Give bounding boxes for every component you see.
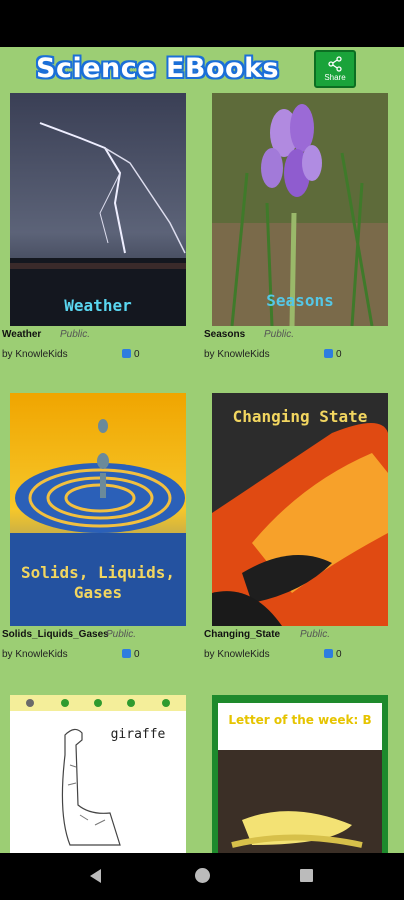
thumbs-up-icon: [122, 349, 131, 358]
book-cover[interactable]: giraffe: [10, 695, 186, 853]
author-label: by KnowleKids: [204, 349, 270, 360]
book-card-giraffe[interactable]: giraffe: [10, 695, 186, 853]
book-card-solids-liquids-gases[interactable]: Solids, Liquids, Gases Solids_Liquids_Ga…: [2, 393, 186, 668]
recents-icon[interactable]: [300, 869, 313, 882]
book-cover[interactable]: Solids, Liquids, Gases: [10, 393, 186, 626]
cover-caption: Weather: [64, 296, 132, 315]
book-title: Changing_State: [204, 629, 281, 640]
app-title: Science EBooks: [36, 53, 280, 84]
system-nav-bar: [0, 853, 404, 900]
author-label: by KnowleKids: [2, 649, 68, 660]
thumbs-up-icon: [324, 349, 333, 358]
share-icon: [328, 56, 342, 72]
home-icon[interactable]: [195, 868, 210, 883]
like-count[interactable]: 0: [122, 649, 140, 660]
app-header: Science EBooks Share: [0, 47, 404, 93]
book-title: Seasons: [204, 329, 246, 340]
like-count[interactable]: 0: [324, 349, 342, 360]
share-label: Share: [324, 73, 346, 82]
cover-caption-line2: Gases: [73, 583, 123, 602]
visibility-label: Public.: [60, 329, 91, 340]
book-card-seasons[interactable]: Seasons Seasons Public. by KnowleKids 0: [204, 93, 388, 368]
book-card-changing-state[interactable]: Changing State Changing_State Public. by…: [204, 393, 388, 668]
book-card-weather[interactable]: Weather Weather Public. by KnowleKids 0: [2, 93, 186, 368]
like-count-value: 0: [336, 649, 342, 660]
like-count[interactable]: 0: [324, 649, 342, 660]
book-card-letter-of-week[interactable]: Letter of the week: B: [212, 695, 388, 853]
book-cover[interactable]: Seasons: [212, 93, 388, 326]
book-cover[interactable]: Letter of the week: B: [212, 695, 388, 853]
visibility-label: Public.: [300, 629, 331, 640]
book-title: Solids_Liquids_Gases: [2, 629, 109, 640]
status-bar: [0, 0, 404, 47]
back-icon[interactable]: [90, 869, 101, 883]
share-button[interactable]: Share: [314, 50, 356, 88]
cover-caption-line1: Solids, Liquids,: [20, 563, 176, 582]
cover-caption: giraffe: [110, 727, 166, 742]
like-count-value: 0: [336, 349, 342, 360]
book-cover[interactable]: Changing State: [212, 393, 388, 626]
like-count-value: 0: [134, 649, 140, 660]
like-count-value: 0: [134, 349, 140, 360]
book-cover[interactable]: Weather: [10, 93, 186, 326]
visibility-label: Public.: [106, 629, 137, 640]
author-label: by KnowleKids: [2, 349, 68, 360]
thumbs-up-icon: [324, 649, 333, 658]
author-label: by KnowleKids: [204, 649, 270, 660]
thumbs-up-icon: [122, 649, 131, 658]
book-title: Weather: [2, 329, 42, 340]
cover-caption: Changing State: [232, 407, 368, 426]
cover-caption: Letter of the week: B: [228, 713, 372, 727]
cover-caption: Seasons: [266, 291, 334, 310]
like-count[interactable]: 0: [122, 349, 140, 360]
visibility-label: Public.: [264, 329, 295, 340]
